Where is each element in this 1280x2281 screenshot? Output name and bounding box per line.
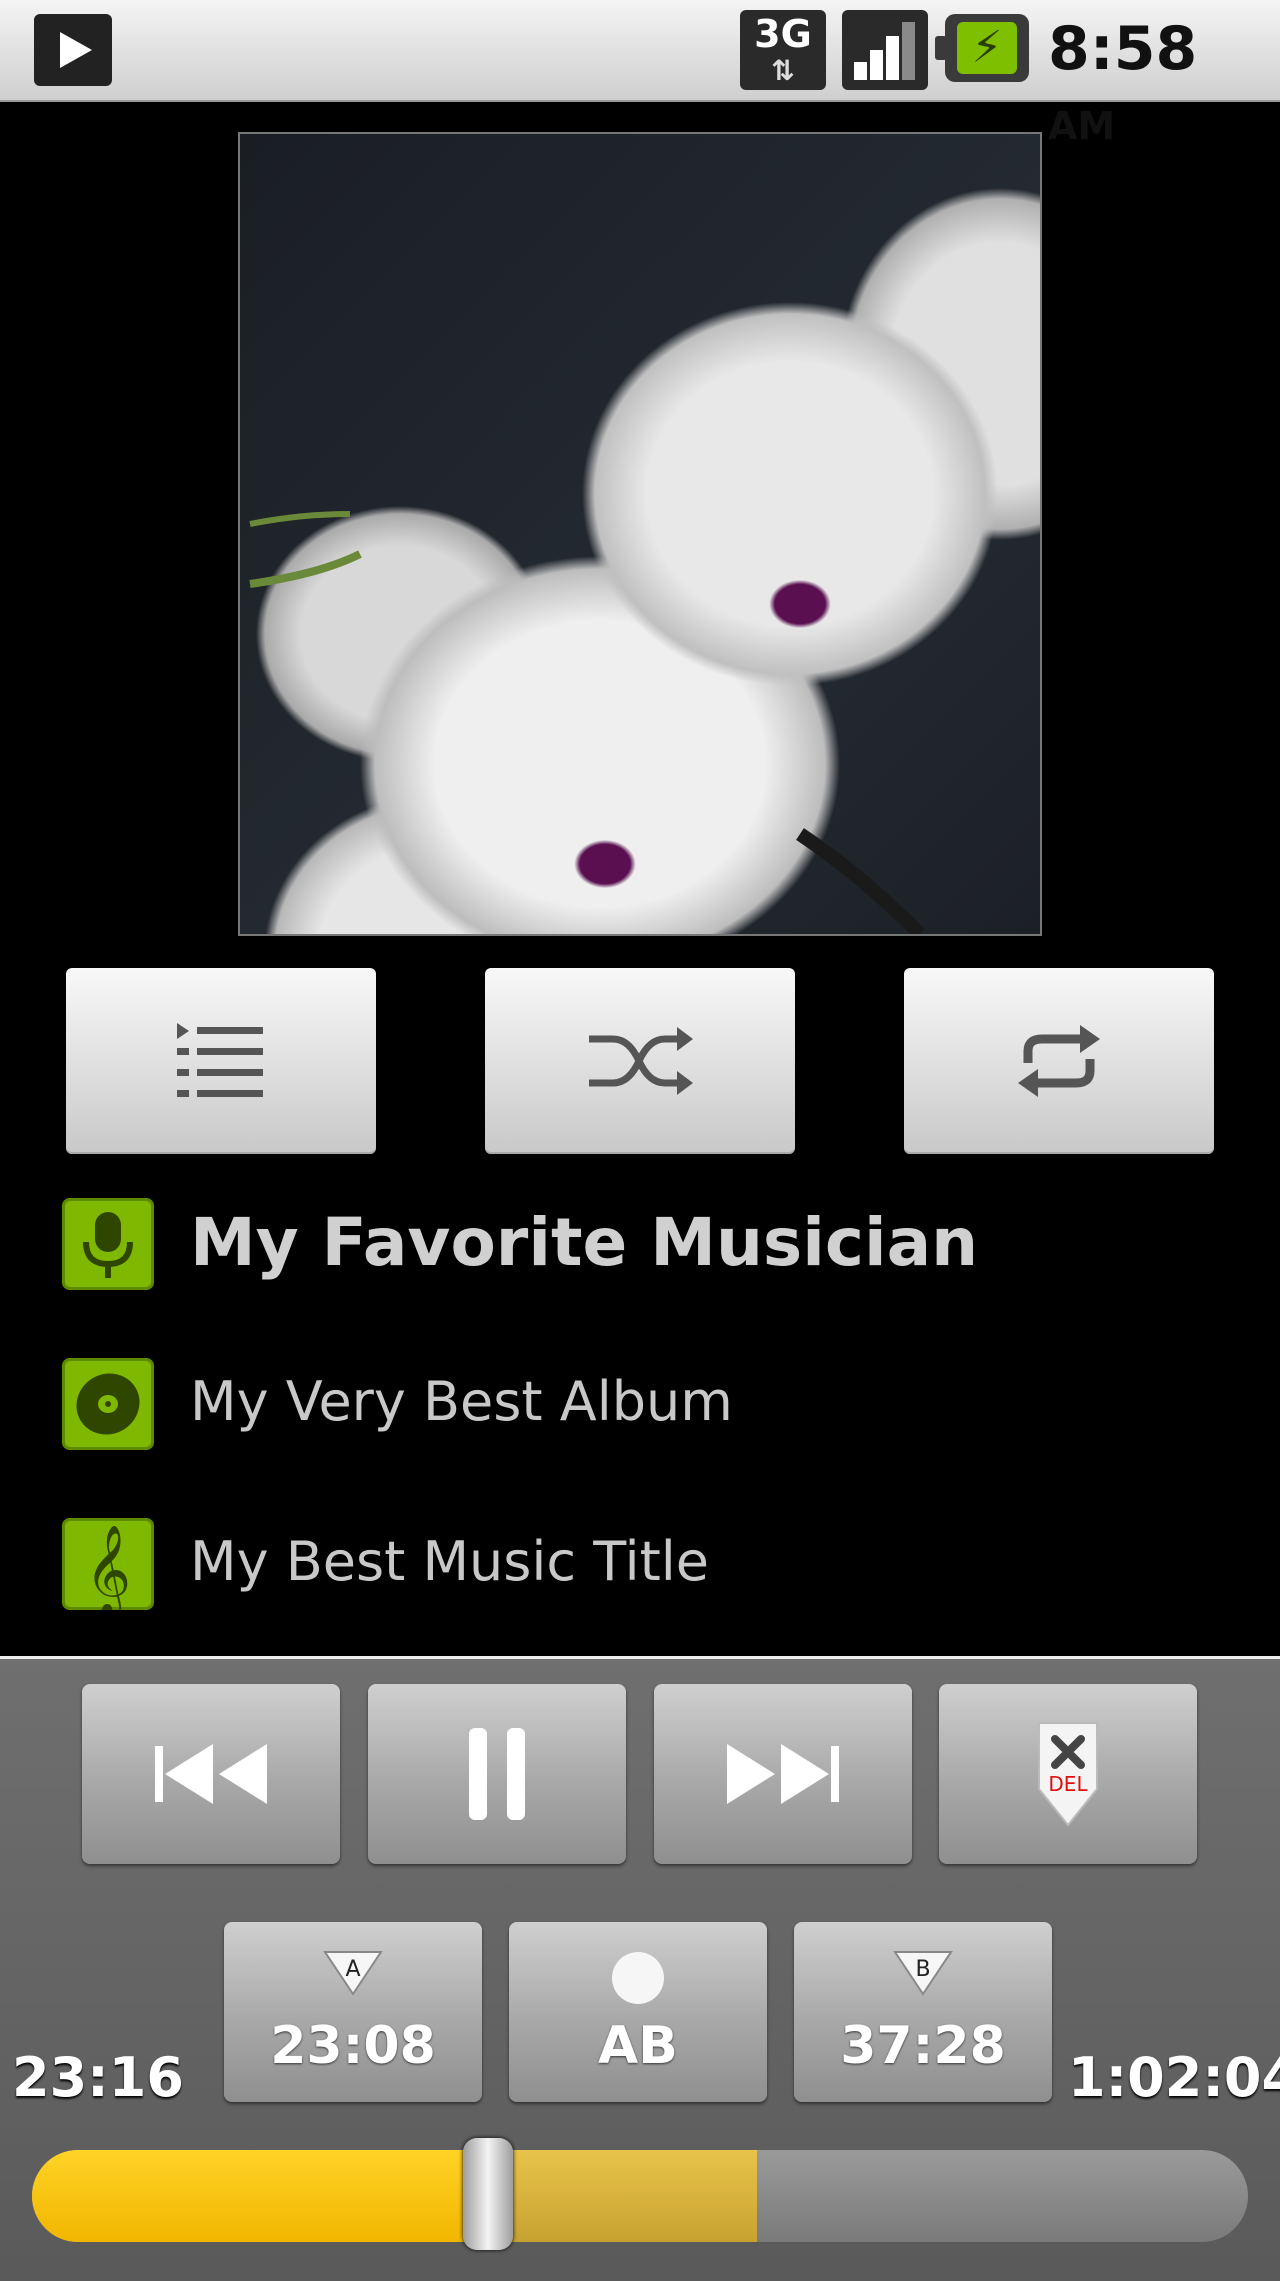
marker-b-letter: B [915,1957,930,1982]
clock-time: 8:58 [1048,14,1198,84]
seek-bar[interactable] [32,2150,1248,2242]
album-art [238,132,1042,936]
ab-record-dot-icon [612,1952,664,2004]
marker-a-icon: A [323,1951,383,1996]
previous-track-button[interactable] [82,1684,340,1864]
battery-charging-icon: ⚡ [935,14,1029,82]
network-3g-icon: 3G ⇅ [740,10,826,90]
charging-bolt-icon: ⚡ [957,22,1017,74]
delete-button[interactable]: DEL [939,1684,1197,1864]
media-playing-icon[interactable] [34,14,112,86]
repeat-button[interactable] [904,968,1214,1154]
playlist-icon [177,1023,263,1097]
shuffle-icon [589,1027,693,1095]
clock-ampm: AM [1048,104,1116,148]
shuffle-button[interactable] [485,968,795,1154]
elapsed-time: 23:16 [12,2046,184,2109]
seek-bar-played [32,2150,488,2242]
track-title: My Best Music Title [190,1530,709,1593]
set-marker-b-button[interactable]: B 37:28 [794,1922,1052,2102]
clock: 8:58 AM [1048,14,1280,154]
album-disc-icon [62,1358,154,1450]
artist-microphone-icon [62,1198,154,1290]
next-track-button[interactable] [654,1684,912,1864]
network-activity-arrows: ⇅ [771,54,795,87]
delete-icon: DEL [1038,1722,1098,1827]
playlist-button[interactable] [66,968,376,1154]
signal-strength-icon [842,10,928,90]
ab-label: AB [598,2016,678,2076]
marker-b-time: 37:28 [840,2016,1006,2076]
pause-icon [469,1728,525,1820]
marker-b-icon: B [893,1951,953,1996]
delete-label: DEL [1048,1772,1088,1796]
album-name: My Very Best Album [190,1370,733,1433]
skip-next-icon [727,1744,839,1804]
total-time: 1:02:04 [1068,2046,1280,2109]
seek-bar-thumb[interactable] [463,2138,513,2250]
repeat-icon [1018,1025,1100,1097]
set-marker-a-button[interactable]: A 23:08 [224,1922,482,2102]
ab-repeat-button[interactable]: AB [509,1922,767,2102]
svg-text:𝄞: 𝄞 [85,1525,131,1610]
marker-a-time: 23:08 [270,2016,436,2076]
skip-previous-icon [155,1744,267,1804]
marker-a-letter: A [345,1957,360,1982]
title-treble-clef-icon: 𝄞 [62,1518,154,1610]
artist-name: My Favorite Musician [190,1204,979,1281]
orchid-stem [249,511,925,934]
pause-button[interactable] [368,1684,626,1864]
status-bar: 3G ⇅ ⚡ 8:58 AM [0,0,1280,148]
network-type: 3G [754,12,812,56]
